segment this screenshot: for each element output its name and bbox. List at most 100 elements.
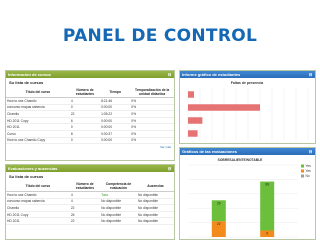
- cell[interactable]: HD 2011 Copy: [6, 211, 70, 219]
- data-label: 22: [217, 222, 221, 226]
- cell[interactable]: Chamilo: [6, 110, 70, 118]
- cell: No disponible: [137, 217, 174, 225]
- col-header[interactable]: Número de estudiantes: [69, 181, 101, 192]
- cell: No disponible: [100, 217, 138, 225]
- chart-bar: [188, 104, 260, 111]
- table-row: Chamilo 22 1:05:22 0%: [6, 110, 174, 118]
- cell[interactable]: HD 2011: [6, 123, 70, 131]
- cell[interactable]: How to use Chamilo: [6, 191, 70, 199]
- table-row: How to use Chamilo Copy 0 0:00:00 0%: [6, 137, 174, 145]
- cell[interactable]: HD 2011: [6, 217, 70, 225]
- legend-label: No: [306, 174, 310, 178]
- chart-bar: [188, 130, 198, 137]
- cell[interactable]: How to use Chamilo: [6, 97, 70, 105]
- col-header[interactable]: Título del curso: [6, 181, 70, 192]
- table-row: HD 2011 0 0:00:00 0%: [6, 123, 174, 131]
- col-header[interactable]: Ausencias: [137, 181, 174, 192]
- chart-grid: [188, 164, 298, 238]
- legend-label: Yes: [306, 164, 312, 168]
- cell: 26: [69, 211, 101, 219]
- col-header[interactable]: Temporalización de la unidad didáctica: [130, 87, 174, 98]
- col-header[interactable]: Título del curso: [6, 87, 70, 98]
- table-row: How to use Chamilo 4 Todo No disponible: [6, 191, 174, 199]
- cell[interactable]: concurso mapas sabercia: [6, 104, 70, 112]
- students-chart-header: Informe gráfico de estudiantes ⊟: [180, 71, 315, 78]
- table-row: HD 2011 Copy 6 0:00:00 0%: [6, 117, 174, 125]
- chart-title: SOBRESALIENTE/NOTABLE: [218, 158, 263, 162]
- data-label: 9: [266, 232, 268, 236]
- cell: 0%: [130, 117, 174, 125]
- cell[interactable]: Chamilo: [6, 204, 70, 212]
- course-info-panel: Información de cursos ⊟ Su lista de curs…: [5, 70, 175, 161]
- cell: 0%: [130, 130, 174, 138]
- cell: 8: [69, 130, 101, 138]
- col-header[interactable]: Número de estudiantes: [69, 87, 101, 98]
- table-row: HD 2011 Copy 26 No disponible No disponi…: [6, 211, 174, 219]
- cell: 22: [69, 110, 101, 118]
- table-row: Curso 8 0:00:37 0%: [6, 130, 174, 138]
- students-chart-header-label: Informe gráfico de estudiantes: [182, 72, 241, 77]
- cell: 0%: [130, 123, 174, 131]
- cell: No disponible: [137, 191, 174, 199]
- cell: No disponible: [100, 211, 138, 219]
- cell: 4: [69, 198, 101, 206]
- collapse-icon[interactable]: ⊟: [308, 72, 313, 77]
- cell: 0:00:37: [100, 130, 131, 138]
- cell: No disponible: [137, 211, 174, 219]
- cell: 22: [69, 204, 101, 212]
- chart-bar: [188, 91, 194, 98]
- cell: 0%: [130, 110, 174, 118]
- table-row: Chamilo 22 No disponible No disponible: [6, 204, 174, 212]
- cell[interactable]: concurso mapas sabercia: [6, 198, 70, 206]
- see-more-link[interactable]: Ver más: [6, 144, 174, 149]
- cell[interactable]: HD 2011 Copy: [6, 117, 70, 125]
- collapse-icon[interactable]: ⊟: [308, 149, 313, 154]
- table-row: concurso mapas sabercia 0 0:00:00 0%: [6, 104, 174, 112]
- cell: 0:00:00: [100, 123, 131, 131]
- stacked-bar-segment: [260, 181, 275, 231]
- students-chart-panel: Informe gráfico de estudiantes ⊟ Faltas …: [179, 70, 316, 144]
- course-info-table: Título del curso Número de estudiantes T…: [6, 87, 174, 145]
- data-label: 68: [265, 183, 269, 187]
- cell[interactable]: Curso: [6, 130, 70, 138]
- chart-title: Faltas de presencia: [231, 81, 264, 85]
- cell: No disponible: [100, 198, 138, 206]
- collapse-icon[interactable]: ⊟: [167, 166, 172, 171]
- legend-swatch: [301, 169, 304, 173]
- cell: 0%: [130, 137, 174, 145]
- chart-bar: [188, 117, 203, 124]
- cell: 0:00:00: [100, 104, 131, 112]
- cell: 4: [69, 97, 101, 105]
- cell: 8:21:46: [100, 97, 131, 105]
- page-title: PANEL DE CONTROL: [62, 26, 258, 46]
- evaluations-chart-header: Gráficos de las evaluaciones ⊟: [180, 148, 315, 155]
- legend-label: Yes: [306, 169, 312, 173]
- cell: 1:05:22: [100, 110, 131, 118]
- cell: 4: [69, 191, 101, 199]
- chart-legend: YesYesNo: [301, 164, 311, 178]
- cell[interactable]: How to use Chamilo Copy: [6, 137, 70, 145]
- col-header[interactable]: Tiempo: [100, 87, 131, 98]
- cell: 0%: [130, 104, 174, 112]
- cell: 22: [69, 217, 101, 225]
- table-row: HD 2011 22 No disponible No disponible: [6, 217, 174, 225]
- cell: 0: [69, 104, 101, 112]
- col-header[interactable]: Competencia de evaluación: [100, 181, 138, 192]
- evaluations-table: Título del curso Número de estudiantes C…: [6, 181, 174, 225]
- legend-swatch: [301, 164, 304, 168]
- evaluations-header: Evaluaciones y ausencias ⊟: [6, 165, 174, 172]
- absence-chart: Faltas de presencia: [187, 81, 309, 140]
- course-info-subtitle: Su lista de cursos: [9, 80, 44, 85]
- collapse-icon[interactable]: ⊟: [167, 72, 172, 77]
- cell: No disponible: [137, 198, 174, 206]
- cell: No disponible: [100, 204, 138, 212]
- data-label: 29: [217, 201, 221, 205]
- chart-grid: [187, 88, 309, 140]
- course-info-header: Información de cursos ⊟: [6, 71, 174, 78]
- evaluations-panel: Evaluaciones y ausencias ⊟ Su lista de c…: [5, 164, 175, 240]
- table-row: How to use Chamilo 4 8:21:46 0%: [6, 97, 174, 105]
- course-info-header-label: Información de cursos: [8, 72, 51, 77]
- cell: 0: [69, 137, 101, 145]
- cell: No disponible: [137, 204, 174, 212]
- cell[interactable]: Todo: [100, 191, 138, 199]
